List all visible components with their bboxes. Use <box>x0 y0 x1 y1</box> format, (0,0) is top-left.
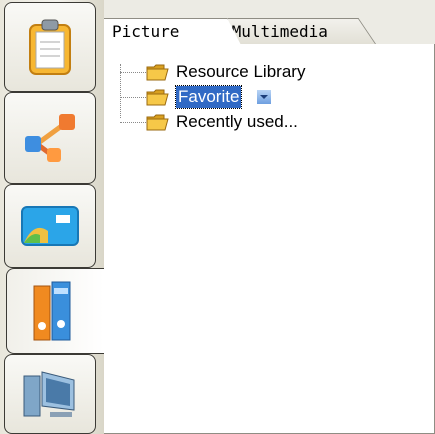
left-tab-strip <box>0 0 105 434</box>
tree-connector <box>120 72 146 73</box>
favorite-dropdown-button[interactable] <box>256 89 272 105</box>
tree-item-label: Favorite <box>174 85 243 109</box>
tree-item-label: Resource Library <box>176 62 306 81</box>
tab-picture-label: Picture <box>112 22 180 41</box>
folder-icon <box>146 114 169 131</box>
resource-tree: Resource Library Favorite Recently used.… <box>104 44 435 434</box>
tab-diagram[interactable] <box>4 92 96 184</box>
tree-connector <box>120 97 146 98</box>
tab-multimedia-label: Multimedia <box>231 22 328 41</box>
tree-item-label: Recently used... <box>176 112 298 131</box>
clipboard-icon <box>29 19 71 75</box>
tab-picture[interactable]: Picture <box>104 18 241 45</box>
tab-bar: Multimedia Picture <box>104 0 435 45</box>
tab-clipboard[interactable] <box>4 2 96 92</box>
computer-icon <box>23 371 75 417</box>
tab-cards[interactable] <box>4 184 96 268</box>
tree-connector <box>120 122 146 123</box>
network-diagram-icon <box>25 114 75 162</box>
tab-computer[interactable] <box>4 354 96 434</box>
tab-binders[interactable] <box>6 268 104 354</box>
id-card-icon <box>21 206 79 246</box>
folder-icon <box>146 64 169 81</box>
folder-icon <box>146 89 169 106</box>
binders-icon <box>33 281 70 341</box>
